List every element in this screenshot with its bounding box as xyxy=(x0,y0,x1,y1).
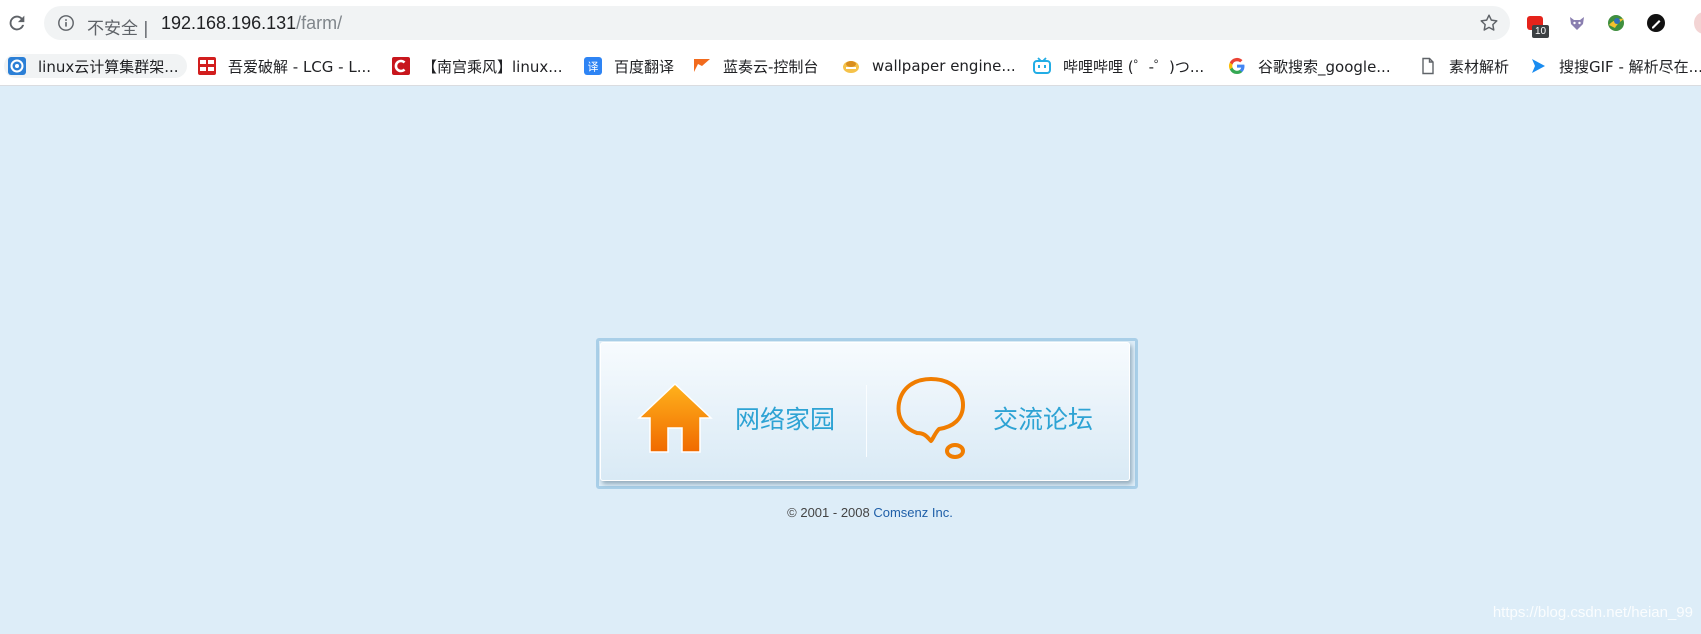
document-icon xyxy=(1422,57,1434,75)
profile-avatar[interactable] xyxy=(1694,12,1701,34)
bookmark-item-sousou-gif[interactable]: 搜搜GIF - 解析尽在... xyxy=(1529,54,1701,78)
bookmark-item-bilibili[interactable]: 哔哩哔哩 (゜-゜)つ... xyxy=(1033,54,1204,78)
lanzou-icon xyxy=(694,59,710,72)
company-link[interactable]: Comsenz Inc. xyxy=(873,505,952,520)
download-extension-icon[interactable] xyxy=(1605,12,1627,34)
pen-extension-icon[interactable] xyxy=(1645,12,1667,34)
bookmarks-bar: linux云计算集群架... 吾爱破解 - LCG - L... 【南宫乘风】l… xyxy=(0,46,1701,86)
bilibili-icon xyxy=(1033,57,1051,74)
bookmark-item-material-parse[interactable]: 素材解析 xyxy=(1419,54,1509,78)
svg-text:译: 译 xyxy=(588,61,599,74)
portal-panel: 网络家园 交流论坛 xyxy=(596,338,1138,489)
copyright-footer: © 2001 - 2008 Comsenz Inc. xyxy=(0,505,1701,520)
52pojie-icon xyxy=(198,57,216,75)
portal-panel-inner: 网络家园 交流论坛 xyxy=(600,342,1130,481)
copyright-text: © 2001 - 2008 xyxy=(787,505,874,520)
speech-bubble-icon xyxy=(896,377,965,459)
bookmark-item-linux-cloud[interactable]: linux云计算集群架... xyxy=(4,54,187,78)
address-bar[interactable]: 不安全 | 192.168.196.131/farm/ xyxy=(44,6,1510,40)
fox-extension-icon[interactable] xyxy=(1566,12,1588,34)
reload-icon[interactable] xyxy=(6,12,28,34)
watermark: https://blog.csdn.net/heian_99 xyxy=(1492,604,1693,621)
bookmark-item-csdn[interactable]: 【南宫乘风】linux... xyxy=(392,54,563,78)
play-icon xyxy=(1532,59,1545,73)
csdn-icon xyxy=(392,57,410,75)
url-path: /farm/ xyxy=(296,13,343,33)
home-link-label: 网络家园 xyxy=(735,405,836,434)
bookmark-item-google[interactable]: 谷歌搜索_google... xyxy=(1228,54,1391,78)
baidu-translate-icon: 译 xyxy=(584,57,602,75)
bookmark-item-52pojie[interactable]: 吾爱破解 - LCG - L... xyxy=(198,54,371,78)
security-status: 不安全 | xyxy=(87,19,149,39)
bookmark-item-wallpaper-engine[interactable]: wallpaper engine... xyxy=(842,54,1016,78)
forum-link-label: 交流论坛 xyxy=(993,405,1094,434)
home-link[interactable]: 网络家园 xyxy=(637,373,835,463)
browser-toolbar: 不安全 | 192.168.196.131/farm/ 10 xyxy=(0,0,1701,46)
url-host: 192.168.196.131 xyxy=(161,13,297,33)
extension-badge: 10 xyxy=(1532,25,1550,38)
bookmark-star-icon[interactable] xyxy=(1478,12,1500,34)
forum-link[interactable]: 交流论坛 xyxy=(895,373,1093,463)
bookmark-item-lanzou[interactable]: 蓝奏云-控制台 xyxy=(693,54,818,78)
house-icon xyxy=(637,382,713,453)
info-icon[interactable] xyxy=(57,14,75,32)
google-icon xyxy=(1228,57,1245,74)
circle-globe-icon xyxy=(8,57,26,75)
bookmark-item-baidu-translate[interactable]: 译 百度翻译 xyxy=(584,54,674,78)
wallpaper-engine-icon xyxy=(843,61,859,73)
url-text[interactable]: 192.168.196.131/farm/ xyxy=(161,13,342,34)
panel-divider xyxy=(866,385,867,457)
